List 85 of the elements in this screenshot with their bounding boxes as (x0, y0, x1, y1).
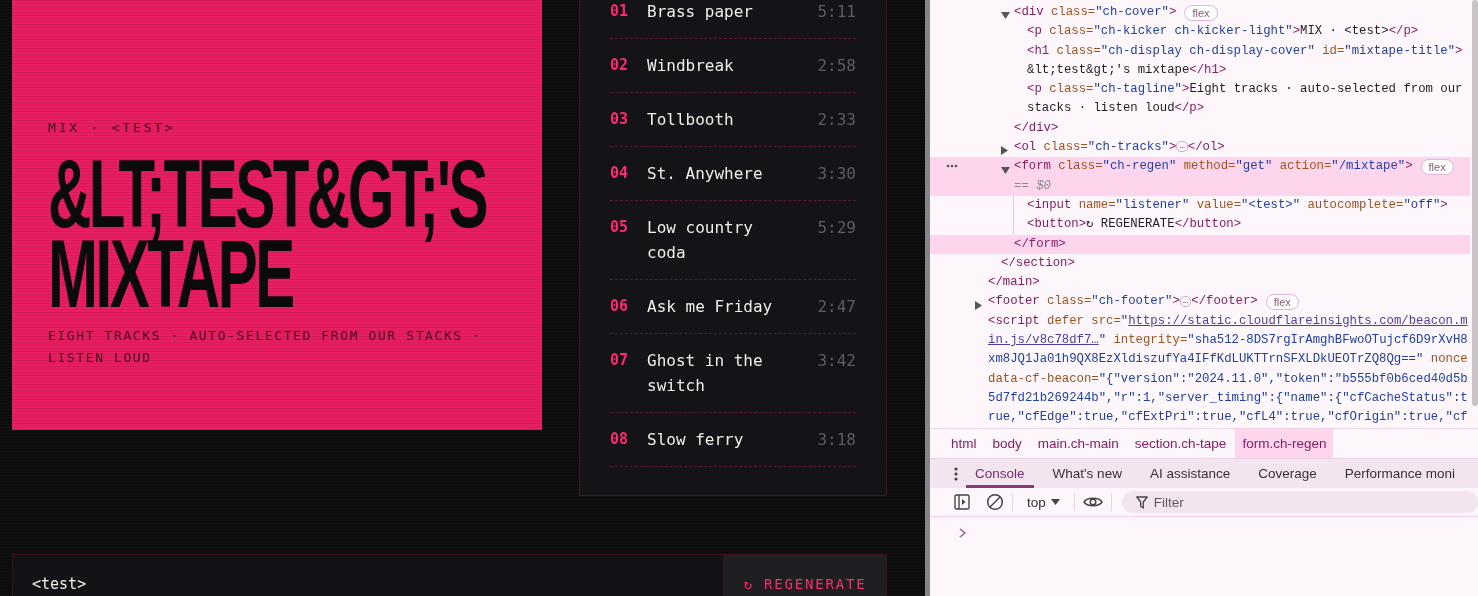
regenerate-button[interactable]: ↻ REGENERATE (723, 554, 887, 596)
track-title[interactable]: Windbreak (647, 53, 818, 78)
ellipsis-icon[interactable] (946, 164, 958, 169)
track-number: 04 (610, 163, 630, 184)
triangle-right-icon[interactable] (975, 300, 982, 310)
track-number: 08 (610, 429, 630, 450)
breadcrumb[interactable]: section.ch-tape (1127, 429, 1234, 458)
dom-node-row[interactable]: <div class="ch-cover"> flex (930, 3, 1470, 23)
track-duration: 5:11 (817, 1, 856, 23)
triangle-down-icon[interactable] (1001, 166, 1010, 174)
filter-field[interactable]: Filter (1121, 491, 1478, 513)
code-line[interactable]: <script defer src="https://static.cloudflareinsights.com/beacon.m (988, 311, 1468, 332)
flex-badge[interactable]: flex (1420, 159, 1454, 175)
dom-node-row[interactable]: <ol class="ch-tracks"> … </ol> (930, 138, 1470, 158)
breadcrumb[interactable]: body (985, 429, 1029, 458)
track-title[interactable]: Low country coda (647, 215, 818, 265)
code-line[interactable]: xm8JQ1Ja01h9QX8EzXldiszufYa4IFfKdLUKTTrnSFXLDkUEOTrZQ8Qg==" nonce (988, 350, 1466, 370)
context-dropdown[interactable]: top (1021, 494, 1066, 510)
track-number: 03 (610, 109, 630, 130)
triangle-down-icon[interactable] (1001, 12, 1010, 20)
track-title[interactable]: Slow ferry (647, 427, 818, 452)
track-title[interactable]: Ghost in the switch (647, 348, 818, 398)
code-line[interactable]: &lt;test&gt;'s mixtape</h1> (1027, 60, 1466, 81)
dom-node-row[interactable]: </form> (930, 234, 1470, 254)
track-duration: 2:47 (817, 296, 856, 318)
dom-node-row[interactable]: <footer class="ch-footer"> … </footer> flex (930, 292, 1470, 312)
flex-badge[interactable]: flex (1265, 294, 1299, 311)
eye-icon[interactable] (1082, 495, 1103, 509)
code-line[interactable]: 5d7fd21b269244b","r":1,"server_timing":{"name":{"cfCacheStatus":t (988, 388, 1466, 409)
code-line[interactable]: </div> (1014, 118, 1466, 139)
sidebar-toggle-icon[interactable] (954, 494, 970, 510)
code-line[interactable]: <ol class="ch-tracks"> … </ol> (1014, 138, 1225, 158)
track-duration: 3:30 (817, 163, 856, 185)
dom-node-row[interactable]: <p class="ch-tagline">Eight tracks · auto-selected from our stacks · listen loud</p> (930, 80, 1470, 119)
breadcrumb[interactable]: form.ch-regen (1235, 429, 1334, 458)
drawer-tab[interactable]: AI assistance (1140, 459, 1240, 488)
flex-badge[interactable]: flex (1184, 4, 1218, 21)
breadcrumb[interactable]: main.ch-main (1030, 429, 1126, 458)
caret-icon (1050, 499, 1060, 505)
clear-icon[interactable] (986, 493, 1004, 511)
code-line[interactable]: data-cf-beacon="{"version":"2024.11.0","token":"b555bf0b6ced40d5b (988, 369, 1466, 389)
track-number: 02 (610, 55, 630, 76)
track-title[interactable]: Brass paper (647, 0, 818, 24)
code-line[interactable]: <p class="ch-tagline">Eight tracks · auto-selected from our (1027, 80, 1463, 100)
track-duration: 3:42 (817, 350, 856, 372)
code-line[interactable]: <footer class="ch-footer"> … </footer> (988, 292, 1258, 312)
code-line[interactable]: <div class="ch-cover"> (1014, 3, 1177, 23)
name-input-field[interactable]: <test> (12, 554, 723, 596)
dom-node-row[interactable]: <h1 class="ch-display ch-display-cover" id="mixtape-title"> &lt;test&gt;'s mixtape</h1> (930, 41, 1470, 81)
breadcrumb[interactable]: html (944, 429, 984, 458)
track-number: 05 (610, 217, 630, 238)
code-line[interactable]: </form> (1014, 234, 1466, 254)
scrollbar-thumb[interactable] (1472, 0, 1478, 406)
track-duration: 3:18 (817, 429, 856, 451)
track-title[interactable]: Tollbooth (647, 107, 818, 132)
drawer-tab[interactable]: What's new (1043, 459, 1131, 488)
code-line[interactable]: <input name="listener" value="<test>" autocomplete="off"> (1027, 195, 1448, 216)
code-line[interactable]: in.js/v8c78df7…" integrity="sha512-8DS7rgIrAmghBFwoOTujcf6D9rXvH8 (988, 331, 1466, 351)
track-title[interactable]: Ask me Friday (647, 294, 818, 319)
code-line[interactable]: <form class="ch-regen" method="get" action="/mixtape"> (1014, 157, 1413, 177)
dom-node-row[interactable]: </div> (930, 118, 1470, 139)
drawer-tab[interactable]: Performance moni (1335, 459, 1465, 488)
tagline-text: EIGHT TRACKS · AUTO-SELECTED FROM OUR STACKS · LISTEN LOUD (48, 327, 483, 367)
code-line[interactable]: <h1 class="ch-display ch-display-cover" id="mixtape-title"> (1027, 41, 1463, 61)
track-title[interactable]: St. Anywhere (647, 161, 818, 186)
code-line[interactable]: rue,"cfEdge":true,"cfExtPri":true,"cfL4":true,"cfOrigin":true,"cf (988, 408, 1466, 428)
kicker-text: MIX · <TEST> (48, 119, 177, 137)
track-number: 07 (610, 350, 630, 371)
dom-node-row[interactable]: <p class="ch-kicker ch-kicker-light">MIX · <test></p> (930, 22, 1470, 42)
dom-node-row[interactable]: <form class="ch-regen" method="get" action="/mixtape"> flex == $0 (930, 157, 1470, 196)
code-line[interactable]: stacks · listen loud</p> (1027, 99, 1466, 119)
drawer-tab[interactable]: Coverage (1249, 459, 1326, 488)
code-line[interactable]: <p class="ch-kicker ch-kicker-light">MIX · <test></p> (1027, 22, 1419, 42)
code-line[interactable]: <button>↻ REGENERATE</button> (1027, 215, 1242, 235)
prompt-chevron-icon (959, 528, 966, 538)
triangle-right-icon[interactable] (1001, 146, 1008, 156)
dom-node-row[interactable]: <input name="listener" value="<test>" autocomplete="off"> (930, 195, 1470, 216)
track-duration: 2:58 (817, 55, 856, 77)
track-duration: 5:29 (817, 217, 856, 239)
track-number: 01 (610, 1, 630, 22)
mixtape-title: &LT;TEST&GT;'S MIXTAPE (48, 155, 488, 315)
track-duration: 2:33 (817, 109, 856, 131)
more-menu-icon[interactable] (954, 466, 958, 481)
dom-node-row[interactable]: <button>↻ REGENERATE</button> (930, 215, 1470, 235)
track-number: 06 (610, 296, 630, 317)
